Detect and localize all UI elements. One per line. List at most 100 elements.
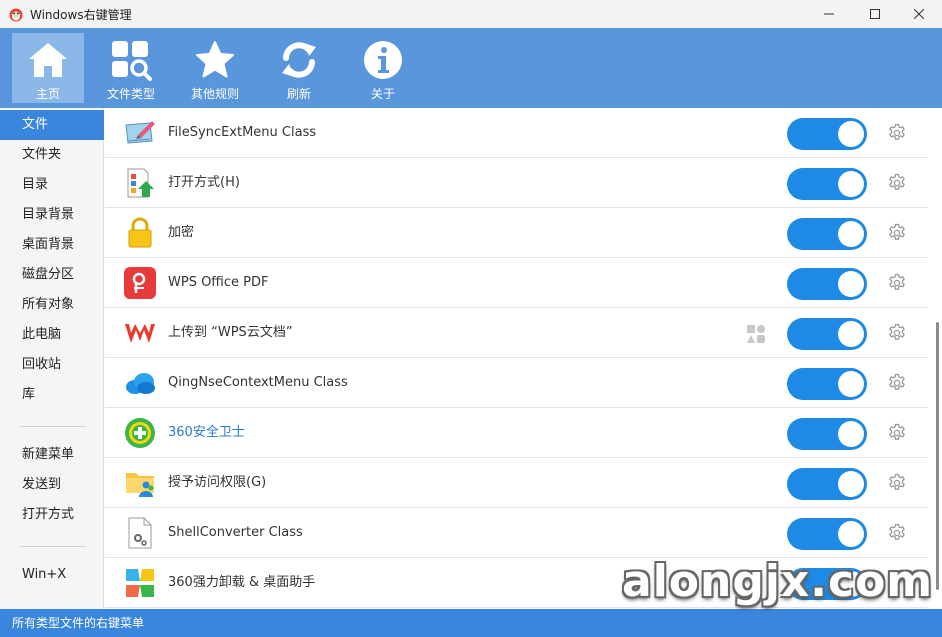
- row-label: ShellConverter Class: [168, 525, 303, 540]
- toggle-knob: [838, 471, 864, 497]
- share-folder-icon: [126, 473, 154, 497]
- close-icon: [914, 9, 924, 19]
- maximize-button[interactable]: [852, 0, 898, 28]
- enable-toggle[interactable]: [787, 318, 867, 350]
- gear-icon[interactable]: [887, 473, 907, 493]
- home-icon: [29, 43, 67, 77]
- gear-icon[interactable]: [887, 273, 907, 293]
- gear-icon[interactable]: [887, 323, 907, 343]
- enable-toggle[interactable]: [787, 118, 867, 150]
- sidebar-item-all-objects[interactable]: 所有对象: [0, 290, 104, 320]
- info-icon: [364, 41, 402, 79]
- close-button[interactable]: [896, 0, 942, 28]
- enable-toggle[interactable]: [787, 268, 867, 300]
- row-label: 加密: [168, 225, 195, 240]
- list-item: 上传到 “WPS云文档”: [105, 308, 928, 358]
- sidebar-item-drive[interactable]: 磁盘分区: [0, 260, 104, 290]
- enable-toggle[interactable]: [787, 368, 867, 400]
- gear-icon[interactable]: [887, 373, 907, 393]
- wps-pdf-icon: [124, 267, 156, 299]
- toolbar: 主页 文件类型 其他规则 刷新 关于: [0, 28, 942, 108]
- list-item: FileSyncExtMenu Class: [105, 108, 928, 158]
- maximize-icon: [870, 9, 880, 19]
- toggle-knob: [838, 371, 864, 397]
- cloud-icon: [126, 373, 155, 394]
- row-label: FileSyncExtMenu Class: [168, 125, 317, 140]
- row-label: 授予访问权限(G): [168, 475, 267, 490]
- gear-icon[interactable]: [887, 173, 907, 193]
- list-item: ShellConverter Class: [105, 508, 928, 558]
- scrollbar-thumb[interactable]: [936, 322, 939, 590]
- title-bar: Windows右键管理: [0, 0, 942, 28]
- list-item: QingNseContextMenu Class: [105, 358, 928, 408]
- list-item: 打开方式(H): [105, 158, 928, 208]
- tool-home[interactable]: 主页: [12, 33, 84, 103]
- toggle-knob: [838, 271, 864, 297]
- gear-icon[interactable]: [887, 523, 907, 543]
- list-item: WPS Office PDF: [105, 258, 928, 308]
- enable-toggle[interactable]: [787, 218, 867, 250]
- row-label: 360强力卸载 & 桌面助手: [168, 575, 316, 590]
- sidebar-divider: [20, 546, 86, 547]
- shapes-icon[interactable]: [746, 324, 766, 344]
- toggle-knob: [838, 421, 864, 447]
- minimize-icon: [824, 13, 834, 15]
- wps-icon: [125, 324, 155, 343]
- sidebar: 文件 文件夹 目录 目录背景 桌面背景 磁盘分区 所有对象 此电脑 回收站 库 …: [0, 108, 104, 609]
- sidebar-item-directory[interactable]: 目录: [0, 170, 104, 200]
- toggle-knob: [838, 221, 864, 247]
- sidebar-item-winx[interactable]: Win+X: [0, 560, 104, 590]
- 360-safe-icon: [125, 418, 155, 448]
- row-label: QingNseContextMenu Class: [168, 375, 348, 390]
- watermark: alongjx.com: [622, 556, 934, 607]
- star-icon: [196, 41, 234, 78]
- refresh-icon: [282, 42, 316, 78]
- scrollbar-track[interactable]: [928, 108, 942, 609]
- row-label: 上传到 “WPS云文档”: [168, 325, 293, 340]
- settings-file-icon: [128, 517, 152, 549]
- enable-toggle[interactable]: [787, 468, 867, 500]
- tool-about[interactable]: 关于: [347, 33, 419, 103]
- tool-home-label: 主页: [35, 87, 60, 101]
- sidebar-item-library[interactable]: 库: [0, 380, 104, 410]
- gear-icon[interactable]: [887, 423, 907, 443]
- list-item: 360安全卫士: [105, 408, 928, 458]
- sidebar-item-file[interactable]: 文件: [0, 110, 104, 140]
- enable-toggle[interactable]: [787, 518, 867, 550]
- tool-other-rules[interactable]: 其他规则: [179, 33, 251, 103]
- tool-file-types[interactable]: 文件类型: [95, 33, 167, 103]
- gear-icon[interactable]: [887, 223, 907, 243]
- sidebar-item-send-to[interactable]: 发送到: [0, 470, 104, 500]
- enable-toggle[interactable]: [787, 418, 867, 450]
- minimize-button[interactable]: [806, 0, 852, 28]
- toggle-knob: [838, 121, 864, 147]
- tool-file-types-label: 文件类型: [106, 87, 155, 101]
- tool-refresh-label: 刷新: [286, 87, 311, 101]
- tool-other-rules-label: 其他规则: [190, 87, 239, 101]
- sidebar-item-desktop-background[interactable]: 桌面背景: [0, 230, 104, 260]
- app-logo-icon: [9, 8, 23, 22]
- gear-icon[interactable]: [887, 123, 907, 143]
- sidebar-item-directory-background[interactable]: 目录背景: [0, 200, 104, 230]
- row-label: 打开方式(H): [168, 175, 240, 190]
- toggle-knob: [838, 321, 864, 347]
- toggle-knob: [838, 521, 864, 547]
- 360-uninstall-icon: [126, 569, 154, 597]
- status-bar: 所有类型文件的右键菜单: [0, 609, 942, 637]
- sidebar-item-recycle-bin[interactable]: 回收站: [0, 350, 104, 380]
- file-types-icon: [112, 41, 152, 81]
- toggle-knob: [838, 171, 864, 197]
- sidebar-item-open-with[interactable]: 打开方式: [0, 500, 104, 530]
- open-with-icon: [127, 168, 154, 198]
- tool-refresh[interactable]: 刷新: [263, 33, 335, 103]
- window-title: Windows右键管理: [30, 7, 132, 22]
- row-label: 360安全卫士: [168, 425, 245, 440]
- enable-toggle[interactable]: [787, 168, 867, 200]
- sidebar-item-this-pc[interactable]: 此电脑: [0, 320, 104, 350]
- row-label: WPS Office PDF: [168, 275, 269, 290]
- context-menu-list: FileSyncExtMenu Class 打开方式(H) 加密 WPS Off…: [105, 108, 928, 609]
- lock-icon: [128, 217, 152, 248]
- sidebar-item-folder[interactable]: 文件夹: [0, 140, 104, 170]
- sidebar-item-new-menu[interactable]: 新建菜单: [0, 440, 104, 470]
- tool-about-label: 关于: [370, 87, 395, 101]
